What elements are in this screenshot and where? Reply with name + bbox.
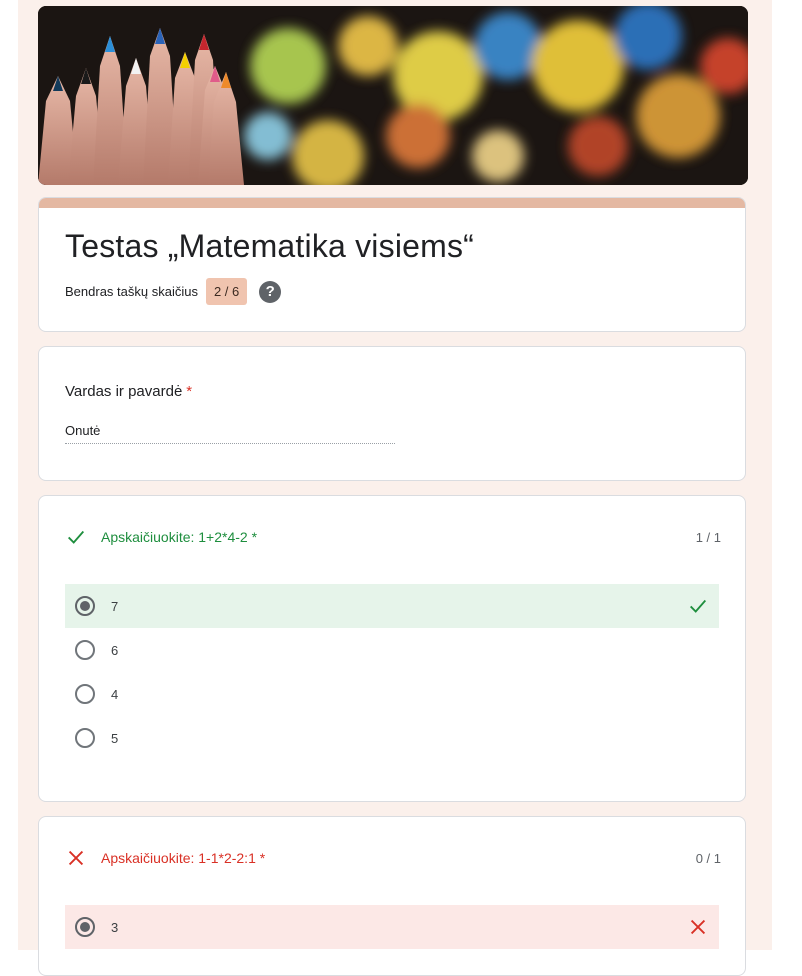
answer-option-label: 3	[111, 919, 119, 935]
name-question-text: Vardas ir pavardė	[65, 383, 183, 400]
name-question-card: Vardas ir pavardė * Onutė	[38, 346, 746, 481]
answer-option-label: 6	[111, 642, 119, 658]
form-title-card: Testas „Matematika visiems“ Bendras tašk…	[38, 197, 746, 332]
header-banner-image	[38, 6, 748, 185]
question-header: Apskaičiuokite: 1-1*2-2:1 * 0 / 1	[65, 847, 721, 869]
question-title-text: Apskaičiuokite: 1+2*4-2	[101, 529, 248, 545]
answer-option[interactable]: 6	[65, 628, 719, 672]
colored-pencils-bokeh-illustration	[38, 6, 748, 185]
cross-icon	[68, 850, 84, 866]
form-title: Testas „Matematika visiems“	[65, 228, 475, 264]
answer-options: 7 6 4 5	[65, 584, 719, 760]
required-asterisk: *	[259, 850, 266, 866]
answer-option-selected-correct[interactable]: 7	[65, 584, 719, 628]
question-title: Apskaičiuokite: 1+2*4-2 *	[101, 529, 696, 545]
radio-selected-icon[interactable]	[75, 596, 95, 616]
total-score-badge: 2 / 6	[205, 278, 248, 305]
answer-option[interactable]: 5	[65, 716, 719, 760]
cross-icon	[690, 919, 706, 935]
radio-selected-icon[interactable]	[75, 917, 95, 937]
question-card: Apskaičiuokite: 1-1*2-2:1 * 0 / 1 3	[38, 816, 746, 976]
name-answer: Onutė	[65, 423, 101, 438]
question-card: Apskaičiuokite: 1+2*4-2 * 1 / 1 7 6 4 5	[38, 495, 746, 802]
name-answer-underline	[65, 443, 395, 444]
answer-option-label: 5	[111, 730, 119, 746]
question-points: 0 / 1	[695, 850, 721, 866]
checkmark-icon	[690, 599, 707, 613]
question-title: Apskaičiuokite: 1-1*2-2:1 *	[101, 850, 696, 866]
radio-empty-icon[interactable]	[75, 640, 95, 660]
question-points: 1 / 1	[695, 529, 721, 545]
question-title-text: Apskaičiuokite: 1-1*2-2:1	[101, 850, 256, 866]
required-asterisk: *	[251, 529, 258, 545]
name-question-label: Vardas ir pavardė *	[65, 383, 192, 400]
required-asterisk: *	[186, 383, 193, 400]
question-header: Apskaičiuokite: 1+2*4-2 * 1 / 1	[65, 526, 721, 548]
radio-empty-icon[interactable]	[75, 684, 95, 704]
total-score-label: Bendras taškų skaičius	[65, 284, 198, 299]
answer-option-label: 7	[111, 598, 119, 614]
radio-empty-icon[interactable]	[75, 728, 95, 748]
title-accent-bar	[39, 198, 745, 208]
answer-options: 3	[65, 905, 719, 949]
answer-option[interactable]: 4	[65, 672, 719, 716]
answer-option-selected-incorrect[interactable]: 3	[65, 905, 719, 949]
answer-option-label: 4	[111, 686, 119, 702]
checkmark-icon	[68, 530, 85, 544]
total-score-row: Bendras taškų skaičius 2 / 6 ?	[65, 278, 282, 305]
help-icon[interactable]: ?	[259, 280, 282, 303]
